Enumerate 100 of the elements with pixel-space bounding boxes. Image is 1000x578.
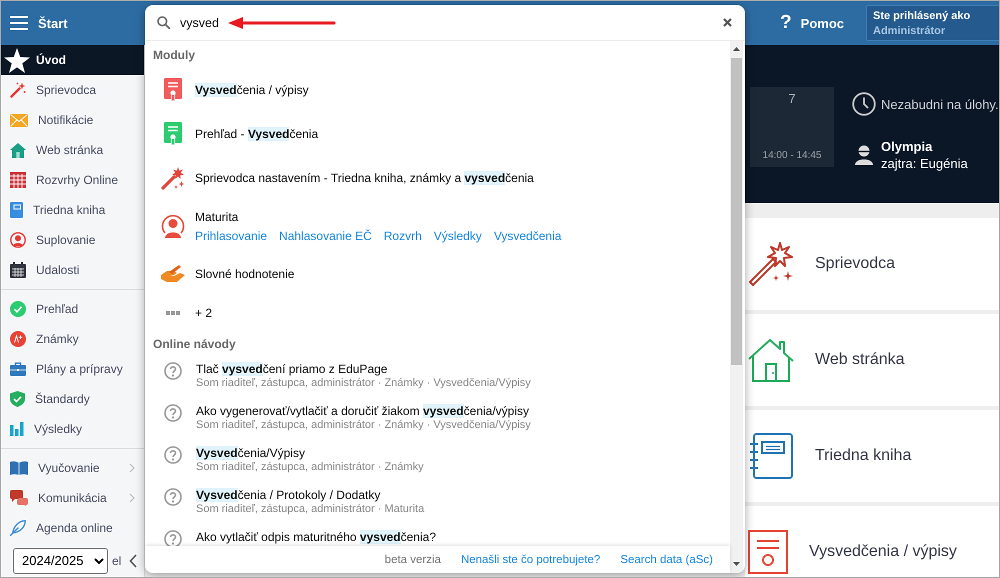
article-meta: Som riaditeľ, zástupca, administrátor · Maturita xyxy=(196,503,424,515)
module-link[interactable]: Nahlasovanie EČ xyxy=(279,228,372,242)
period-number: 7 xyxy=(788,91,796,106)
module-link[interactable]: Prihlasovanie xyxy=(195,228,268,242)
notebook-icon xyxy=(10,202,23,218)
document-icon xyxy=(748,530,788,574)
check-circle-icon xyxy=(10,301,26,317)
clear-search-button[interactable] xyxy=(723,18,732,27)
chevron-right-icon xyxy=(129,463,135,473)
reminder-text: Nezabudni na úlohy. xyxy=(881,96,999,112)
search-result[interactable]: Slovné hodnotenie xyxy=(195,267,294,281)
sidebar-item[interactable]: Štandardy xyxy=(1,384,144,414)
scrollbar[interactable] xyxy=(730,41,743,573)
person-circle-icon xyxy=(10,232,26,248)
house-icon xyxy=(748,337,794,383)
sidebar-item[interactable]: Známky xyxy=(1,324,144,354)
briefcase-icon xyxy=(10,362,26,376)
calendar-icon xyxy=(10,262,26,278)
search-result[interactable]: Sprievodca nastavením - Triedna kniha, známky a vysvedčenia xyxy=(195,171,534,185)
magic-wand-icon xyxy=(161,166,185,190)
sidebar-item[interactable]: Výsledky xyxy=(1,414,144,444)
help-button[interactable]: ? Pomoc xyxy=(780,12,844,34)
person-circle-icon xyxy=(161,214,185,238)
article-meta: Som riaditeľ, zástupca, administrátor · Známky xyxy=(196,461,424,473)
article-title[interactable]: Vysvedčenia/Výpisy xyxy=(196,446,424,460)
arrow-icon xyxy=(228,16,336,28)
person-icon xyxy=(855,145,873,165)
sidebar-item[interactable]: Notifikácie xyxy=(1,105,144,135)
help-icon: ? xyxy=(780,12,792,34)
module-link[interactable]: Výsledky xyxy=(434,228,482,242)
triangle-up-icon xyxy=(733,47,740,51)
login-info[interactable]: Ste prihlásený ako Administrátor xyxy=(866,5,999,41)
sidebar-item[interactable]: Udalosti xyxy=(1,255,144,285)
question-circle-icon xyxy=(164,488,182,506)
article-meta: Som riaditeľ, zástupca, administrátor · Známky · Vysvedčenia/Výpisy xyxy=(196,419,531,431)
chevron-left-icon xyxy=(129,554,138,568)
footer-link[interactable]: Nenašli ste čo potrebujete? xyxy=(460,554,600,566)
question-circle-icon xyxy=(164,362,182,380)
dots-icon xyxy=(166,311,180,315)
start-menu-button[interactable]: Štart xyxy=(10,16,68,30)
search-icon xyxy=(157,16,170,29)
sidebar-item[interactable]: Triedna kniha xyxy=(1,195,144,225)
module-link[interactable]: Rozvrh xyxy=(384,228,422,242)
sidebar-item[interactable]: Suplovanie xyxy=(1,225,144,255)
question-circle-icon xyxy=(164,404,182,422)
collapse-sidebar-button[interactable] xyxy=(129,554,138,568)
shield-check-icon xyxy=(10,391,25,407)
question-circle-icon xyxy=(164,446,182,464)
search-result[interactable]: Maturita xyxy=(195,210,562,224)
sidebar-item[interactable]: Rozvrhy Online xyxy=(1,165,144,195)
dashboard-tile[interactable]: Triedna kniha xyxy=(745,410,999,502)
sidebar-item[interactable]: Prehľad xyxy=(1,294,144,324)
magic-wand-icon xyxy=(10,82,26,98)
login-user: Administrátor xyxy=(873,24,946,36)
search-result[interactable]: Prehľad - Vysvedčenia xyxy=(195,127,318,141)
magic-wand-icon xyxy=(748,241,794,287)
envelope-icon xyxy=(10,114,28,126)
search-field[interactable]: vysved xyxy=(180,16,222,30)
sidebar-item[interactable]: Agenda online xyxy=(1,513,144,543)
sidebar-item[interactable]: Vyučovanie xyxy=(1,453,144,483)
sidebar-item[interactable]: Úvod xyxy=(1,45,144,75)
hand-writing-icon xyxy=(161,265,185,283)
article-title[interactable]: Ako vygenerovať/vytlačiť a doručiť žiakom vysvedčenia/výpisy xyxy=(196,404,531,418)
article-title[interactable]: Ako vytlačiť odpis maturitného vysvedčenia? xyxy=(196,530,436,544)
more-results-link[interactable]: + 2 xyxy=(195,306,212,320)
feather-icon xyxy=(10,520,26,536)
open-book-icon xyxy=(10,461,28,475)
chevron-right-icon xyxy=(129,493,135,503)
grid-calendar-icon xyxy=(10,172,26,188)
chat-bubbles-icon xyxy=(10,490,28,506)
menu-icon xyxy=(10,16,28,30)
dashboard-tile[interactable]: Web stránka xyxy=(745,314,999,406)
nameday-name: Olympia xyxy=(881,139,934,154)
article-title[interactable]: Tlač vysvedčení priamo z EduPage xyxy=(196,362,531,376)
sidebar-item[interactable]: el xyxy=(112,554,122,568)
login-caption: Ste prihlásený ako xyxy=(873,10,972,22)
grade-circle-icon xyxy=(10,331,26,347)
dashboard-tile[interactable]: Vysvedčenia / výpisy xyxy=(745,506,999,577)
dashboard-tile[interactable]: Sprievodca xyxy=(745,218,999,310)
year-select[interactable]: 2024/2025 xyxy=(13,548,108,574)
sidebar-item[interactable]: Plány a prípravy xyxy=(1,354,144,384)
certificate-icon xyxy=(164,78,182,102)
sidebar-item[interactable]: Sprievodca xyxy=(1,75,144,105)
article-title[interactable]: Vysvedčenia / Protokoly / Dodatky xyxy=(196,488,424,502)
house-icon xyxy=(10,142,26,158)
sidebar-item[interactable]: Web stránka xyxy=(1,135,144,165)
beta-note: beta verzia xyxy=(384,554,441,566)
star-icon xyxy=(4,48,30,72)
clock-icon xyxy=(852,92,876,116)
nameday-tomorrow: zajtra: Eugénia xyxy=(881,156,968,171)
search-result[interactable]: Vysvedčenia / výpisy xyxy=(195,83,309,97)
period-time: 14:00 - 14:45 xyxy=(762,150,822,161)
section-heading: Online návody xyxy=(153,336,237,352)
sidebar-item[interactable]: Komunikácia xyxy=(1,483,144,513)
triangle-down-icon xyxy=(733,562,740,566)
scrollbar-thumb[interactable] xyxy=(731,58,742,365)
footer-link[interactable]: Search data (aSc) xyxy=(620,554,713,566)
module-link[interactable]: Vysvedčenia xyxy=(494,228,562,242)
section-heading: Moduly xyxy=(153,46,196,64)
certificate-icon xyxy=(164,122,182,146)
